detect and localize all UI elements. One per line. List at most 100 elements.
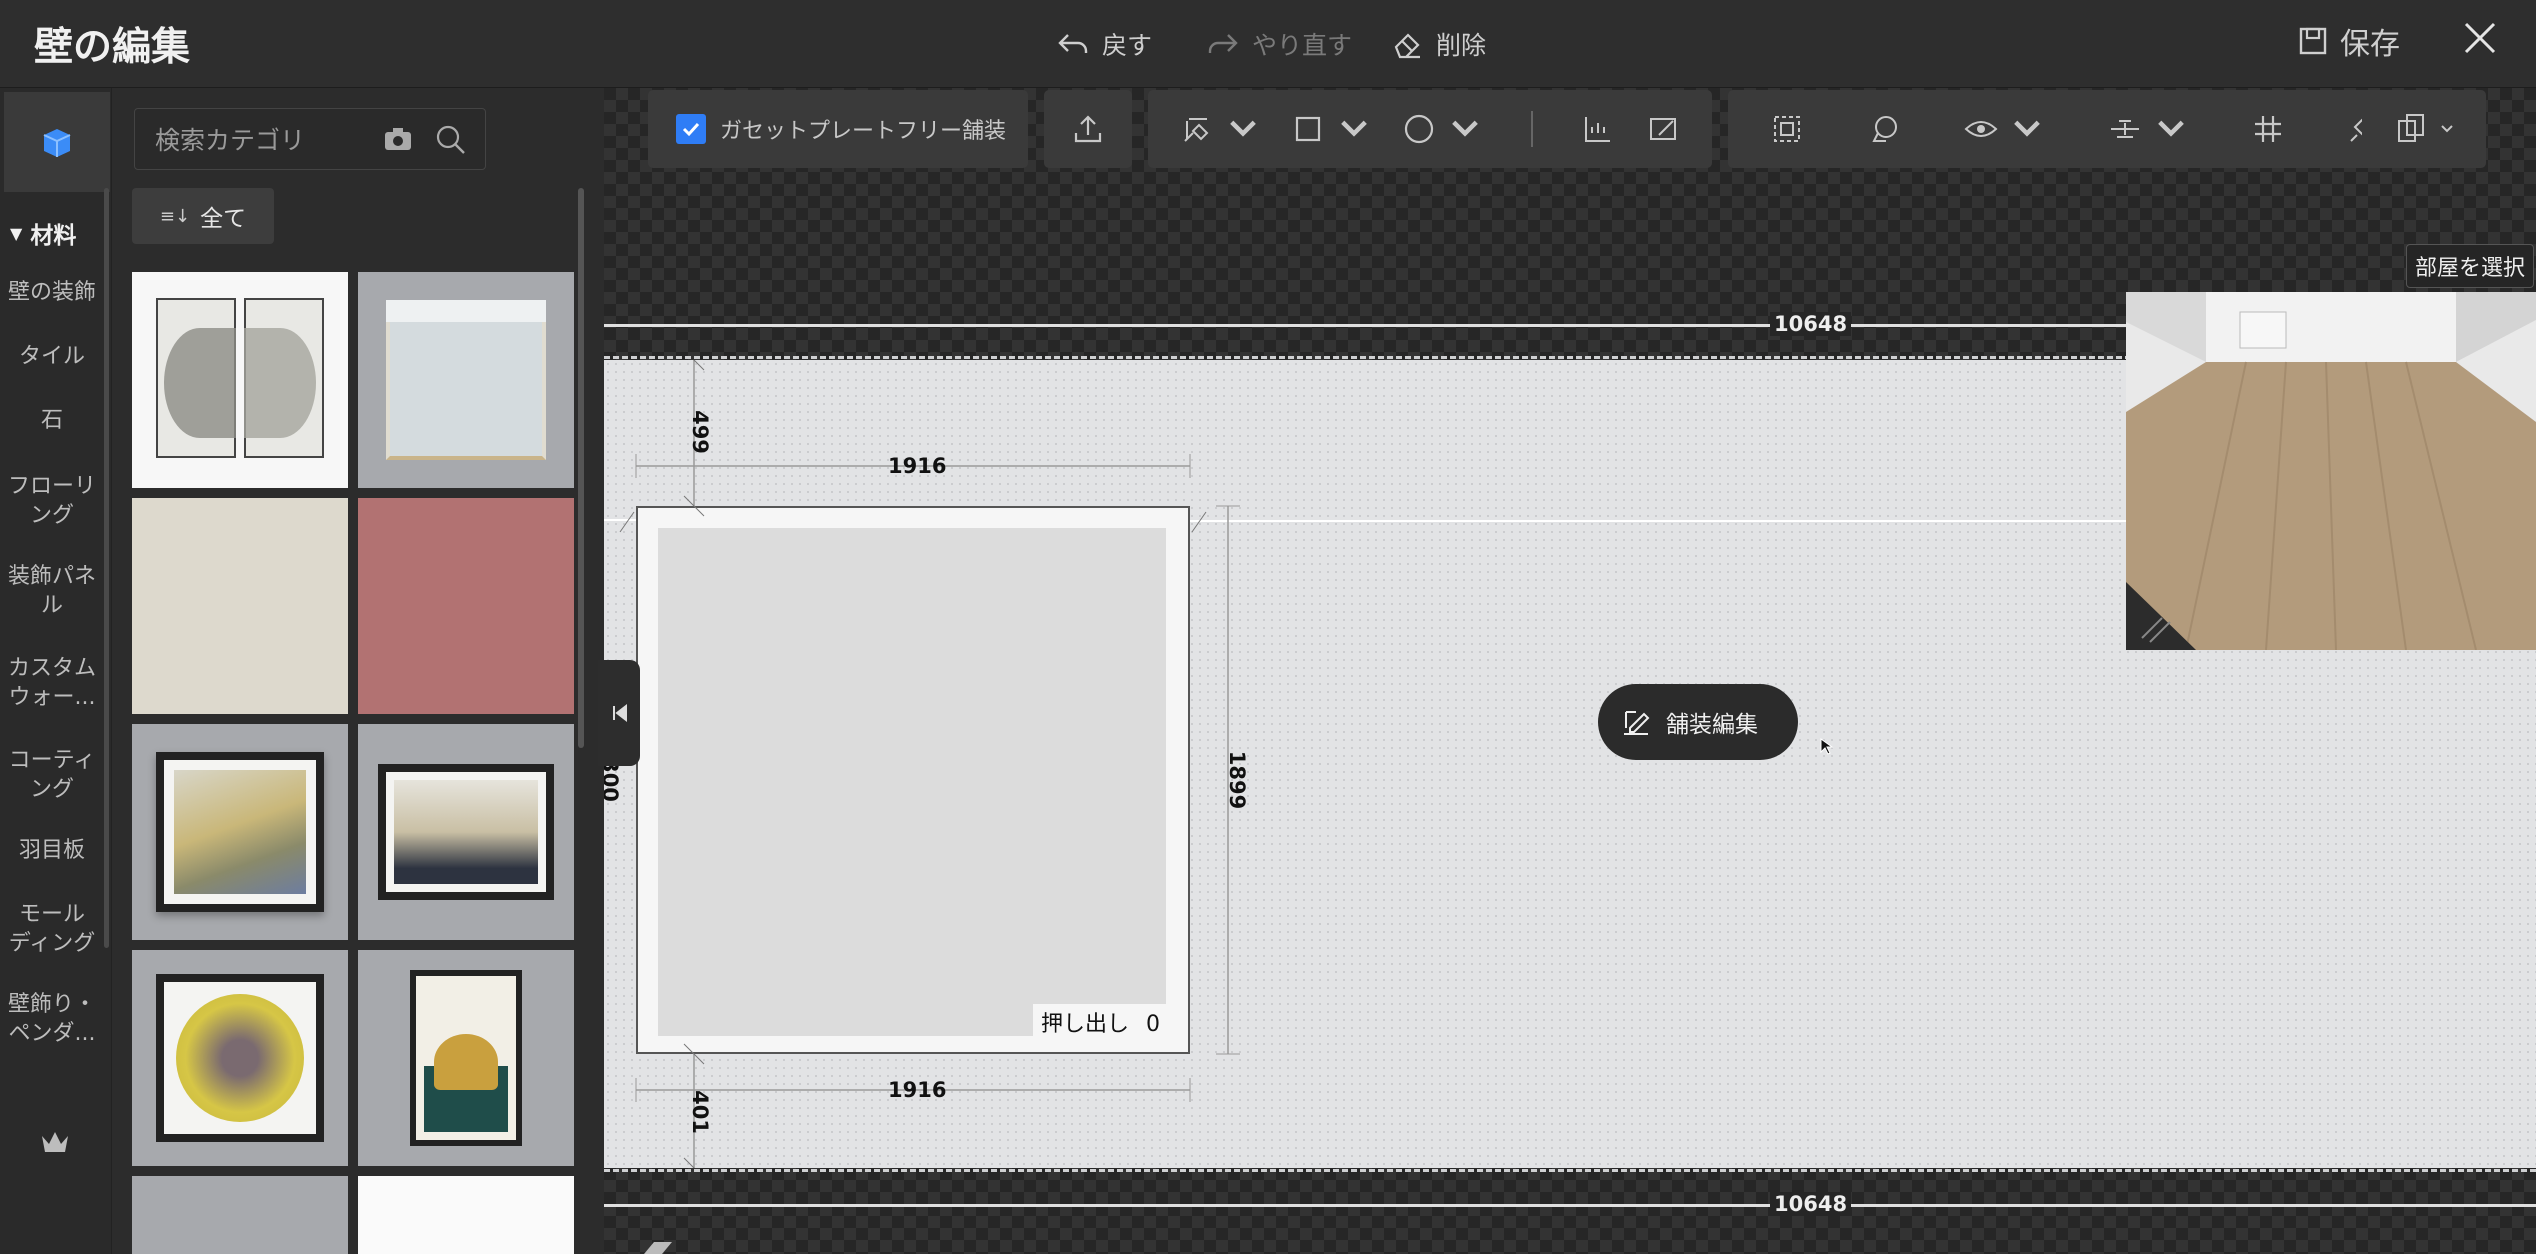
- material-thumb-partial-2[interactable]: [358, 1176, 574, 1254]
- layers-button[interactable]: [2362, 90, 2486, 168]
- rail-heading-label: 材料: [30, 223, 77, 249]
- gusset-checkbox[interactable]: [676, 114, 706, 144]
- search-input[interactable]: 検索カテゴリ: [155, 121, 381, 157]
- material-thumb-twin-abstract[interactable]: [132, 272, 348, 488]
- save-icon: [2299, 27, 2327, 55]
- wall-width-line-bottom: [604, 1204, 2536, 1207]
- page-title: 壁の編集: [34, 25, 191, 70]
- material-thumb-framed-landscape[interactable]: [132, 724, 348, 940]
- rail-item-coating[interactable]: コーティング: [0, 746, 104, 804]
- material-panel: 検索カテゴリ ≡↓ 全て: [112, 88, 604, 1254]
- gusset-label: ガセットプレートフリー舗装: [720, 119, 1007, 144]
- rail-item-stone[interactable]: 石: [0, 406, 104, 435]
- export-button[interactable]: [1044, 90, 1132, 168]
- measure-tool-button[interactable]: [1580, 90, 1616, 168]
- close-icon[interactable]: [2460, 18, 2500, 58]
- chevron-down-icon: [2441, 125, 2453, 133]
- material-thumb-partial-1[interactable]: [132, 1176, 348, 1254]
- grid-button[interactable]: [2250, 90, 2286, 168]
- frame-width-bottom-label: 1916: [888, 1078, 947, 1102]
- room-render: [2126, 292, 2536, 650]
- wall-editor-app: 壁の編集 戻す やり直す 削除 保存 ▼ 材料 壁の装飾 タイル 石 フローリン…: [0, 0, 2536, 1254]
- paving-edit-button[interactable]: 舗装編集: [1598, 684, 1798, 760]
- wall-width-bottom-label: 10648: [1770, 1192, 1852, 1216]
- gusset-toggle[interactable]: ガセットプレートフリー舗装: [648, 90, 1028, 168]
- circle-tool-button[interactable]: [1401, 90, 1483, 168]
- crown-icon[interactable]: [38, 1128, 72, 1158]
- select-room-button[interactable]: 部屋を選択: [2406, 244, 2535, 288]
- chevron-down-icon: [1452, 120, 1479, 137]
- eye-icon: [1964, 121, 1998, 137]
- frame-height-label: 1899: [1225, 750, 1250, 810]
- sort-icon: ≡↓: [159, 205, 191, 227]
- marquee-icon: [1773, 116, 1800, 142]
- visibility-button[interactable]: [1963, 90, 2045, 168]
- rail-item-pendant[interactable]: 壁飾り・ペンダ...: [0, 990, 104, 1048]
- collapse-left-icon: [613, 703, 627, 723]
- search-box[interactable]: 検索カテゴリ: [134, 108, 486, 170]
- search-icon[interactable]: [433, 122, 467, 156]
- save-label: 保存: [2340, 27, 2400, 62]
- save-button[interactable]: 保存: [2298, 18, 2400, 64]
- toolbar-divider: [1530, 111, 1533, 147]
- undo-button[interactable]: 戻す: [1056, 22, 1152, 66]
- category-rail: ▼ 材料 壁の装飾 タイル 石 フローリング 装飾パネル カスタムウォー... …: [0, 88, 112, 1254]
- cursor-icon: [1820, 738, 1834, 755]
- align-center-icon: [2110, 120, 2139, 138]
- rail-item-custom-wall[interactable]: カスタムウォー...: [0, 654, 104, 712]
- title-bar: 壁の編集 戻す やり直す 削除 保存: [0, 0, 2536, 88]
- rail-heading[interactable]: ▼ 材料: [10, 216, 76, 250]
- material-thumb-beige-plaster[interactable]: [132, 498, 348, 714]
- eraser-icon: [1394, 33, 1420, 59]
- top-offset-label: 499: [687, 410, 712, 454]
- lasso-icon: [1872, 116, 1897, 142]
- draw-tools-group: [1148, 90, 1712, 168]
- room-3d-preview[interactable]: [2126, 292, 2536, 650]
- frame-width-top-label: 1916: [888, 454, 947, 478]
- material-thumb-rose-paint[interactable]: [358, 498, 574, 714]
- chevron-down-icon: [1341, 120, 1367, 137]
- camera-icon[interactable]: [381, 122, 415, 156]
- upload-icon: [1074, 115, 1102, 143]
- circle-icon: [1405, 114, 1434, 144]
- rail-item-molding[interactable]: モールディング: [0, 900, 104, 958]
- chevron-down-icon: [2014, 120, 2041, 137]
- undo-icon: [1058, 34, 1088, 53]
- rail-item-wall-decor[interactable]: 壁の装飾: [0, 278, 104, 307]
- pen-tool-button[interactable]: [1179, 90, 1261, 168]
- select-area-button[interactable]: [1769, 90, 1805, 168]
- edit-shape-icon: [1650, 118, 1677, 140]
- panel-scrollbar[interactable]: [578, 188, 584, 748]
- rectangle-tool-button[interactable]: [1290, 90, 1372, 168]
- rail-item-paneling[interactable]: 羽目板: [0, 836, 104, 865]
- select-room-label: 部屋を選択: [2415, 256, 2526, 281]
- undo-label: 戻す: [1102, 31, 1153, 60]
- lasso-button[interactable]: [1866, 90, 1902, 168]
- align-button[interactable]: [2107, 90, 2189, 168]
- material-thumb-framed-ginkgo[interactable]: [358, 950, 574, 1166]
- rail-item-deco-panel[interactable]: 装飾パネル: [0, 562, 104, 620]
- grid-icon: [2254, 116, 2281, 142]
- chevron-down-icon: [2157, 120, 2184, 137]
- rail-materials-tab[interactable]: [4, 92, 110, 192]
- collapse-panel-button[interactable]: [598, 660, 640, 766]
- bottom-cube-icon[interactable]: [640, 1238, 676, 1254]
- rail-scrollbar[interactable]: [104, 188, 109, 948]
- redo-icon: [1208, 34, 1238, 53]
- material-thumb-framed-yellow-circle[interactable]: [132, 950, 348, 1166]
- redo-button[interactable]: やり直す: [1206, 22, 1352, 66]
- gusset-checkbox-row: ガセットプレートフリー舗装: [648, 113, 1006, 145]
- filter-all-button[interactable]: ≡↓ 全て: [132, 188, 274, 244]
- editor-canvas[interactable]: ガセットプレートフリー舗装 押し出し 0 1916 1916 1899 499 …: [604, 88, 2536, 1254]
- material-thumb-mirror[interactable]: [358, 272, 574, 488]
- wall-bottom-edge: [604, 1169, 2536, 1172]
- delete-button[interactable]: 削除: [1390, 22, 1486, 66]
- material-thumb-framed-still-life[interactable]: [358, 724, 574, 940]
- filter-all-label: 全て: [200, 206, 247, 232]
- caret-down-icon: ▼: [10, 223, 23, 243]
- rail-item-flooring[interactable]: フローリング: [0, 472, 104, 530]
- rail-item-tile[interactable]: タイル: [0, 342, 104, 371]
- delete-label: 削除: [1436, 31, 1487, 60]
- wall-width-top-label: 10648: [1770, 312, 1852, 336]
- edit-shape-button[interactable]: [1645, 90, 1681, 168]
